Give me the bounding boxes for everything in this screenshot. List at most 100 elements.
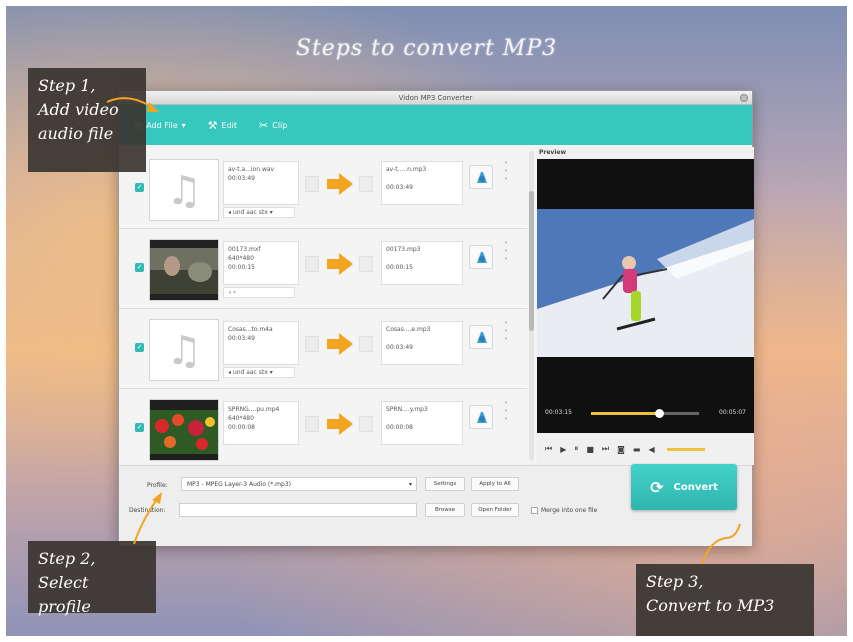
output-name: av-t.....n.mp3 xyxy=(386,166,427,173)
step2-line2: Select profile xyxy=(38,573,91,616)
source-duration: 00:03:49 xyxy=(228,175,255,182)
pause-icon[interactable]: ⏸ xyxy=(574,444,578,454)
music-note-icon: ♫ xyxy=(166,328,202,374)
convert-label: Convert xyxy=(673,481,718,493)
window-title: Vidon MP3 Converter xyxy=(398,94,473,102)
source-info: av-t.a...ion.wav 00:03:49 xyxy=(223,161,299,205)
source-detail: 640*480 xyxy=(228,415,254,422)
chevron-down-icon: ▾ xyxy=(232,289,236,296)
more-icon[interactable]: • • • xyxy=(503,159,509,185)
convert-arrow xyxy=(305,327,377,361)
file-row[interactable]: ✓ ♫ Cosas...to.m4a 00:03:49 Cosas....e.m… xyxy=(119,311,527,389)
audio-track-select[interactable]: ◂ ▾ xyxy=(223,287,295,298)
convert-button[interactable]: ⟳ Convert xyxy=(631,464,737,510)
edit-output-button[interactable] xyxy=(469,165,493,189)
chevron-down-icon: ▾ xyxy=(269,209,273,216)
video-player[interactable]: 00:03:15 00:05:07 xyxy=(537,159,754,433)
row-checkbox[interactable]: ✓ xyxy=(135,263,144,272)
more-icon[interactable]: • • • xyxy=(503,239,509,265)
next-icon[interactable]: ⏭ xyxy=(602,444,609,454)
scissors-icon: ✂ xyxy=(259,118,269,132)
scroll-thumb[interactable] xyxy=(529,191,534,331)
current-time: 00:03:15 xyxy=(545,409,572,416)
row-checkbox[interactable]: ✓ xyxy=(135,183,144,192)
video-thumbnail xyxy=(149,399,219,461)
snapshot-icon[interactable]: ◙ xyxy=(617,445,625,454)
toolbar: ⊕ Add File ▾ ⚒ Edit ✂ Clip xyxy=(119,105,752,145)
browse-button[interactable]: Browse xyxy=(425,503,465,517)
source-detail: 640*480 xyxy=(228,255,254,262)
source-duration: 00:00:15 xyxy=(228,264,255,271)
profile-label: Profile: xyxy=(147,482,168,489)
clip-button[interactable]: ✂ Clip xyxy=(259,119,287,132)
edit-output-icon xyxy=(477,252,487,263)
edit-output-button[interactable] xyxy=(469,405,493,429)
more-icon[interactable]: • • • xyxy=(503,319,509,345)
convert-arrow xyxy=(305,247,377,281)
edit-output-icon xyxy=(477,412,487,423)
step1-line3: audio file xyxy=(38,124,114,143)
skier-video-frame xyxy=(537,159,754,399)
source-info: Cosas...to.m4a 00:03:49 xyxy=(223,321,299,365)
output-info: Cosas....e.mp3 00:03:49 xyxy=(381,321,463,365)
source-duration: 00:00:08 xyxy=(228,424,255,431)
merge-option[interactable]: Merge into one file xyxy=(531,507,597,514)
settings-button[interactable]: Settings xyxy=(425,477,465,491)
arrow-right-icon xyxy=(327,173,353,195)
edit-label: Edit xyxy=(221,120,238,130)
step3-pointer xyxy=(701,523,741,565)
file-row[interactable]: ✓ 00173.mxf 640*480 00:00:15 00173.mp3 0… xyxy=(119,231,527,309)
destination-field[interactable] xyxy=(179,503,417,517)
previous-icon[interactable]: ⏮ xyxy=(545,444,552,454)
video-thumbnail xyxy=(149,239,219,301)
window-titlebar: Vidon MP3 Converter xyxy=(119,91,752,105)
chevron-down-icon: ▾ xyxy=(269,369,273,376)
seek-progress xyxy=(591,412,660,415)
step1-pointer xyxy=(106,97,159,112)
speaker-icon: ◂ xyxy=(228,209,232,216)
preview-panel: Preview 00:03:15 00:05:07 ⏮ ▶ ⏸ ■ ⏭ ◙ ▬ … xyxy=(537,147,754,465)
folder-icon[interactable]: ▬ xyxy=(633,445,641,454)
output-duration: 00:00:08 xyxy=(386,424,413,431)
convert-icon: ⟳ xyxy=(650,477,664,497)
file-row[interactable]: ✓ ♫ av-t.a...ion.wav 00:03:49 av-t.....n… xyxy=(119,151,527,229)
seek-handle[interactable] xyxy=(655,409,665,418)
volume-slider[interactable] xyxy=(666,447,705,451)
row-checkbox[interactable]: ✓ xyxy=(135,343,144,352)
source-name: 00173.mxf xyxy=(228,246,261,253)
output-info: 00173.mp3 00:00:15 xyxy=(381,241,463,285)
edit-button[interactable]: ⚒ Edit xyxy=(208,119,237,132)
more-icon[interactable]: • • • xyxy=(503,399,509,425)
bottom-panel: Profile: MP3 - MPEG Layer-3 Audio (*.mp3… xyxy=(119,464,752,546)
volume-icon[interactable]: ◀ xyxy=(648,445,654,454)
profile-value: MP3 - MPEG Layer-3 Audio (*.mp3) xyxy=(187,481,291,488)
convert-arrow xyxy=(305,167,377,201)
preview-label: Preview xyxy=(539,149,567,156)
open-folder-button[interactable]: Open Folder xyxy=(471,503,519,517)
source-duration: 00:03:49 xyxy=(228,335,255,342)
apply-to-all-button[interactable]: Apply to All xyxy=(471,477,519,491)
edit-output-button[interactable] xyxy=(469,245,493,269)
audio-track-select[interactable]: ◂ und aac stx ▾ xyxy=(223,367,295,378)
file-row[interactable]: ✓ SPRNG....pu.mp4 640*480 00:00:08 SPRN.… xyxy=(119,391,527,465)
stop-icon[interactable]: ■ xyxy=(586,445,594,454)
merge-checkbox[interactable] xyxy=(531,507,538,514)
main-content: ✓ ♫ av-t.a...ion.wav 00:03:49 av-t.....n… xyxy=(119,147,754,465)
output-info: SPRN....y.mp3 00:00:08 xyxy=(381,401,463,445)
arrow-right-icon xyxy=(327,333,353,355)
audio-track-label: und aac stx xyxy=(232,369,268,376)
step3-callout: Step 3, Convert to MP3 xyxy=(636,564,814,636)
row-checkbox[interactable]: ✓ xyxy=(135,423,144,432)
chevron-down-icon: ▾ xyxy=(408,481,412,488)
step2-pointer xyxy=(133,492,162,545)
list-scrollbar[interactable] xyxy=(529,151,534,461)
seek-slider[interactable] xyxy=(591,409,699,418)
audio-track-select[interactable]: ◂ und aac stx ▾ xyxy=(223,207,295,218)
edit-output-button[interactable] xyxy=(469,325,493,349)
play-icon[interactable]: ▶ xyxy=(560,445,566,454)
close-icon[interactable] xyxy=(740,94,748,102)
flowers-image xyxy=(150,400,218,460)
video-frame-image xyxy=(150,240,218,300)
profile-select[interactable]: MP3 - MPEG Layer-3 Audio (*.mp3) ▾ xyxy=(181,477,417,491)
speaker-icon: ◂ xyxy=(228,289,232,296)
